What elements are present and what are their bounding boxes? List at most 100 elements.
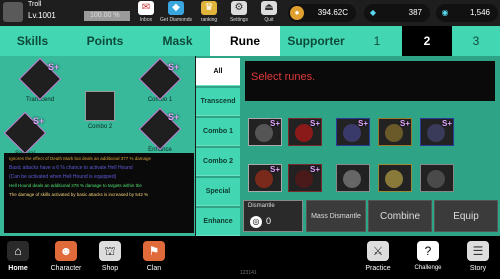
nav-label: Character	[50, 265, 82, 272]
tab-supporter[interactable]: Supporter	[280, 26, 352, 56]
rune-category-tabs: All Transcend Combo 1 Combo 2 Special En…	[196, 56, 240, 236]
tab-page-3[interactable]: 3	[452, 26, 500, 56]
rune-grade: S+	[357, 119, 368, 128]
tab-points[interactable]: Points	[65, 26, 145, 56]
effect-line: Ignores the effect of Death Mark but dea…	[9, 156, 152, 161]
rune-tab-combo-1[interactable]: Combo 1	[196, 118, 240, 146]
rune-slot-special[interactable]: S+ Special	[3, 111, 47, 157]
rune-icon	[385, 170, 403, 188]
rune-tab-special[interactable]: Special	[196, 178, 240, 206]
tab-page-1[interactable]: 1	[352, 26, 402, 56]
player-profile[interactable]: Troll Lv.1001 100.00 %	[0, 0, 130, 26]
effect-line: (Can be activated when Hell Hound is equ…	[9, 173, 117, 180]
gear-icon: ⚙	[231, 1, 247, 15]
shop-icon: ⛫	[99, 241, 121, 261]
nav-challenge[interactable]: ? Challenge	[408, 236, 448, 279]
rune-grade: S+	[309, 165, 320, 174]
gold-value: 394.62C	[317, 8, 348, 17]
inbox-button[interactable]: ✉ Inbox	[133, 0, 159, 26]
clan-icon: ⚑	[143, 241, 165, 261]
combine-button[interactable]: Combine	[368, 200, 432, 232]
player-level: Lv.1001	[28, 11, 56, 20]
tab-rune[interactable]: Rune	[210, 26, 280, 56]
dismantle-box: Dismantle ◎ 0	[243, 200, 303, 232]
rune-item[interactable]: S+	[420, 118, 454, 146]
exp-percent: 100.00 %	[90, 12, 120, 19]
effect-line: Hell Hound deals an additional 378 % dam…	[9, 183, 142, 189]
effect-line: The damage of skills activated by basic …	[9, 191, 149, 197]
challenge-icon: ?	[417, 241, 439, 261]
rune-tab-combo-2[interactable]: Combo 2	[196, 148, 240, 176]
grade-label: S+	[168, 112, 180, 122]
rune-tab-all[interactable]: All	[196, 58, 240, 86]
rune-item[interactable]: S+	[336, 118, 370, 146]
nav-character[interactable]: ☻ Character	[44, 236, 88, 279]
tab-page-2[interactable]: 2	[402, 26, 452, 56]
player-name: Troll	[28, 1, 42, 8]
rune-item[interactable]	[420, 164, 454, 192]
inbox-label: Inbox	[139, 17, 153, 23]
diamond-counter: ◆ 387	[364, 4, 430, 22]
ticket-value: 1,546	[469, 8, 490, 17]
rune-slot-combo-2[interactable]: Combo 2	[80, 91, 120, 130]
get-diamonds-button[interactable]: ◆ Get Diamonds	[160, 0, 192, 26]
rune-icon	[427, 170, 445, 188]
rune-grade: S+	[399, 119, 410, 128]
slot-label: Combo 2	[87, 124, 113, 130]
rune-slot-enhance[interactable]: S+ Enhance	[138, 107, 182, 153]
story-icon: ☰	[467, 241, 489, 261]
get-diamonds-label: Get Diamonds	[160, 17, 192, 23]
nav-story[interactable]: ☰ Story	[458, 236, 498, 279]
grade-label: S+	[168, 62, 180, 72]
rune-item[interactable]	[378, 164, 412, 192]
dismantle-label: Dismantle	[248, 203, 275, 209]
nav-shop[interactable]: ⛫ Shop	[92, 236, 128, 279]
tab-skills[interactable]: Skills	[0, 26, 65, 56]
grade-label: S+	[33, 116, 45, 126]
rune-item[interactable]: S+	[288, 164, 322, 192]
rune-effects-description: Ignores the effect of Death Mark but dea…	[4, 153, 194, 233]
quit-label: Quit	[264, 17, 274, 23]
rune-item[interactable]: S+	[248, 118, 282, 146]
nav-practice[interactable]: ⚔ Practice	[358, 236, 398, 279]
dismantle-currency-icon: ◎	[250, 216, 262, 228]
main-tabs: Skills Points Mask Rune Supporter 1 2 3	[0, 26, 500, 56]
rune-tab-enhance[interactable]: Enhance	[196, 208, 240, 236]
top-bar: Troll Lv.1001 100.00 % ✉ Inbox ◆ Get Dia…	[0, 0, 500, 26]
rune-grade: S+	[269, 119, 280, 128]
selection-info-box: Select runes.	[245, 61, 495, 101]
avatar	[3, 2, 23, 22]
rune-icon	[343, 170, 361, 188]
nav-label: Shop	[101, 265, 119, 272]
rune-item[interactable]: S+	[378, 118, 412, 146]
select-runes-prompt: Select runes.	[251, 71, 316, 83]
rune-tab-transcend[interactable]: Transcend	[196, 88, 240, 116]
rune-grade: S+	[269, 165, 280, 174]
gold-counter: ● 394.62C	[288, 4, 356, 22]
quit-button[interactable]: ⏏ Quit	[256, 0, 282, 26]
nav-home[interactable]: ⌂ Home	[0, 236, 36, 279]
footer-id: 123141	[240, 270, 257, 276]
character-icon: ☻	[55, 241, 77, 261]
trophy-icon: ♛	[201, 1, 217, 15]
rune-slot-transcend[interactable]: S+ Transcend	[18, 57, 62, 103]
rune-item[interactable]: S+	[248, 164, 282, 192]
dismantle-count: 0	[266, 216, 272, 226]
settings-label: Settings	[229, 17, 249, 23]
rune-grade: S+	[309, 119, 320, 128]
nav-label: Clan	[146, 265, 162, 272]
rune-slot-combo-1[interactable]: S+ Combo 1	[138, 57, 182, 103]
nav-clan[interactable]: ⚑ Clan	[136, 236, 172, 279]
tab-mask[interactable]: Mask	[145, 26, 210, 56]
nav-label: Home	[8, 265, 28, 272]
mass-dismantle-button[interactable]: Mass Dismantle	[306, 200, 366, 232]
grade-label: S+	[48, 62, 60, 72]
equip-button[interactable]: Equip	[434, 200, 498, 232]
rune-item[interactable]: S+	[288, 118, 322, 146]
rune-item[interactable]	[336, 164, 370, 192]
ranking-button[interactable]: ♛ ranking	[196, 0, 222, 26]
ranking-label: ranking	[200, 17, 218, 23]
rune-grade: S+	[441, 119, 452, 128]
ticket-counter: ◉ 1,546	[436, 4, 498, 22]
settings-button[interactable]: ⚙ Settings	[226, 0, 252, 26]
